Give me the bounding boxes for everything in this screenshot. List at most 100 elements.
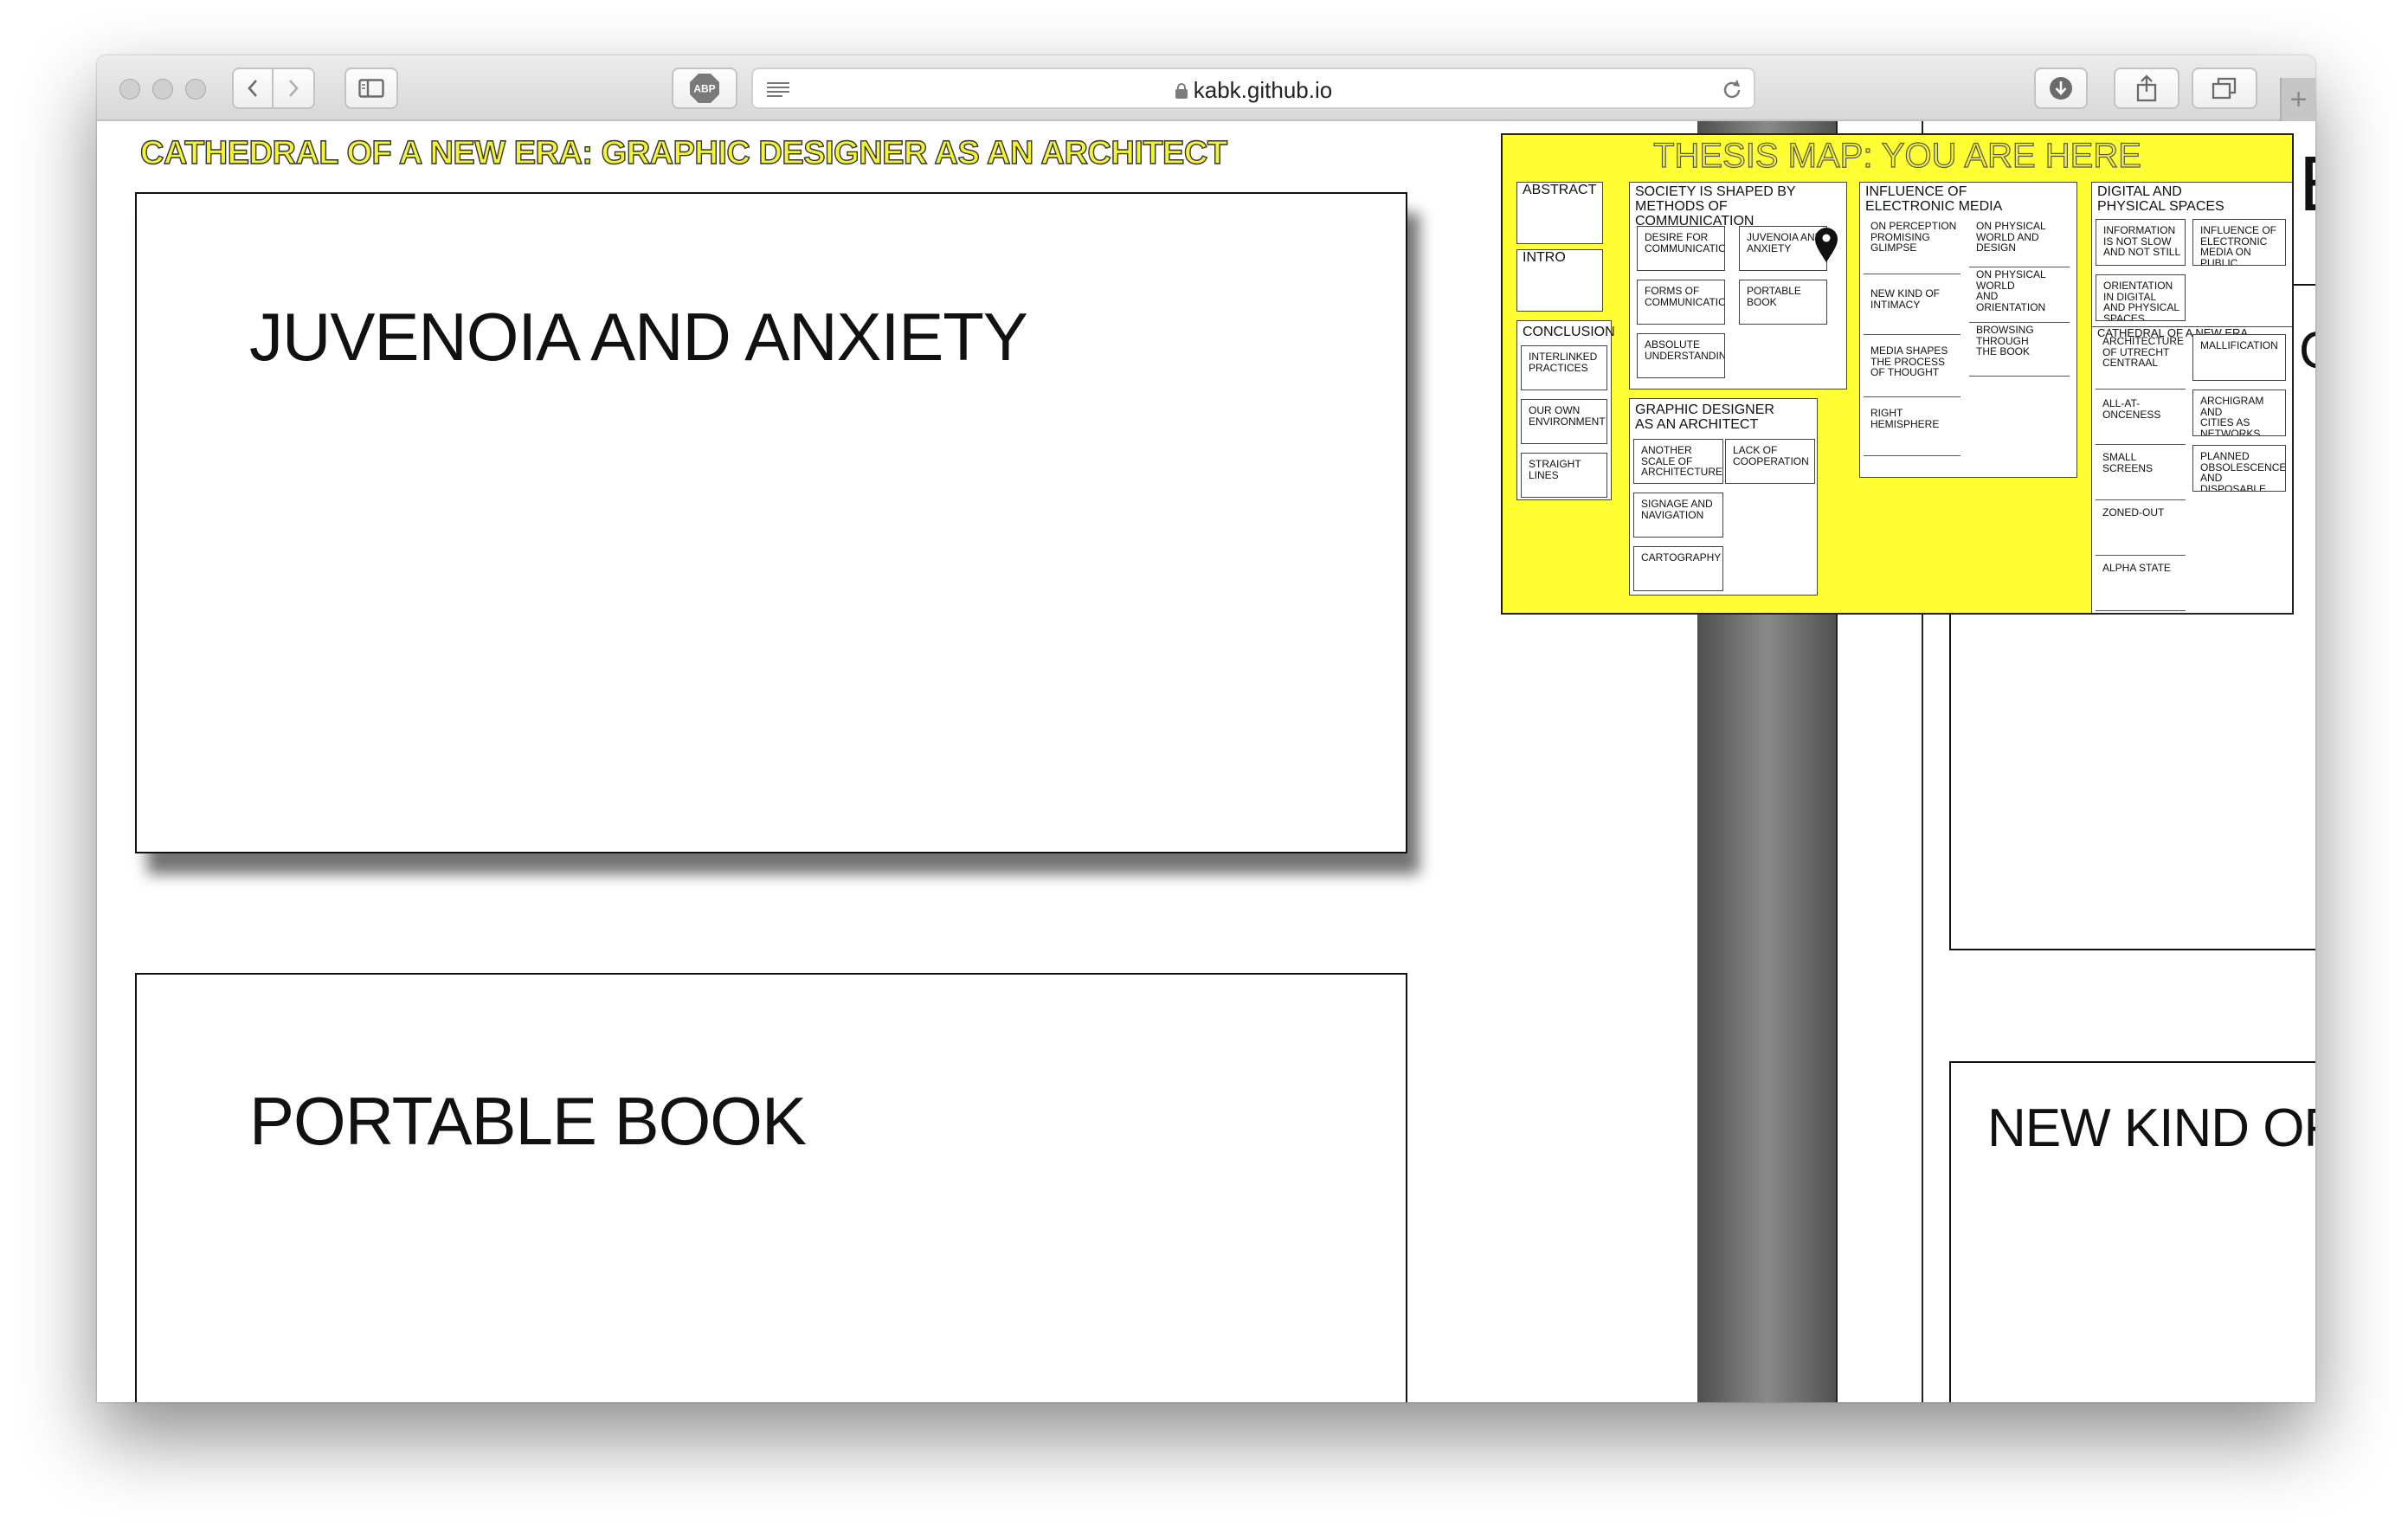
tabs-overview-button[interactable]: [2192, 68, 2257, 109]
map-chapter-label: ARCHIGRAM AND CITIES AS NETWORKS OF INCI…: [2200, 395, 2264, 436]
lock-icon: [1175, 83, 1188, 99]
map-chapter-another-scale[interactable]: ANOTHER SCALE OF ARCHITECTURE: [1633, 439, 1723, 484]
map-chapter-label: PLANNED OBSOLESCENCE AND DISPOSABLE: [2200, 450, 2286, 492]
tabs-icon: [2212, 77, 2237, 100]
map-chapter-cartography[interactable]: CARTOGRAPHY: [1633, 546, 1723, 591]
map-section-label: CONCLUSION: [1523, 325, 1615, 339]
map-chapter-label: MALLIFICATION: [2200, 339, 2278, 351]
new-kind-of-card[interactable]: NEW KIND OF: [1949, 1061, 2315, 1402]
adblock-stop-icon: ABP: [690, 74, 719, 103]
map-chapter-desire-for-communication[interactable]: DESIRE FOR COMMUNICATION: [1637, 226, 1725, 271]
map-chapter-label: OUR OWN ENVIRONMENT: [1529, 404, 1606, 428]
map-chapter-label: ALL-AT- ONCENESS: [2102, 397, 2161, 421]
new-tab-button[interactable]: +: [2280, 78, 2315, 121]
address-bar[interactable]: kabk.github.io: [751, 68, 1755, 109]
map-chapter-label: ON PHYSICAL WORLD AND ORIENTATION: [1976, 268, 2046, 313]
map-section-electronic-media[interactable]: INFLUENCE OF ELECTRONIC MEDIA ON PERCEPT…: [1859, 182, 2077, 478]
site-title[interactable]: CATHEDRAL OF A NEW ERA: GRAPHIC DESIGNER…: [139, 134, 1227, 172]
portable-book-card[interactable]: PORTABLE BOOK: [135, 973, 1407, 1402]
map-chapter-planned-obsolescence[interactable]: PLANNED OBSOLESCENCE AND DISPOSABLE: [2192, 445, 2286, 492]
map-chapter-absolute-understanding[interactable]: ABSOLUTE UNDERSTANDING: [1637, 333, 1725, 378]
map-section-abstract[interactable]: ABSTRACT: [1516, 182, 1603, 244]
close-window-button[interactable]: [119, 79, 140, 100]
map-section-society[interactable]: SOCIETY IS SHAPED BY METHODS OF COMMUNIC…: [1629, 182, 1847, 390]
map-chapter-label: SIGNAGE AND NAVIGATION: [1641, 498, 1713, 521]
url-text: kabk.github.io: [1193, 77, 1333, 103]
map-chapter-small-screens[interactable]: SMALL SCREENS: [2096, 450, 2186, 500]
map-section-graphic-designer[interactable]: GRAPHIC DESIGNER AS AN ARCHITECT ANOTHER…: [1629, 398, 1818, 596]
map-chapter-utrecht-centraal[interactable]: ARCHITECTURE OF UTRECHT CENTRAAL: [2096, 334, 2186, 390]
forward-button[interactable]: [274, 68, 315, 109]
map-chapter-label: INTERLINKED PRACTICES: [1529, 351, 1598, 374]
map-chapter-physical-world-design[interactable]: ON PHYSICAL WORLD AND DESIGN: [1969, 219, 2070, 267]
map-chapter-zoned-out[interactable]: ZONED-OUT: [2096, 505, 2186, 556]
map-chapter-forms-of-communication[interactable]: FORMS OF COMMUNICATION: [1637, 280, 1725, 325]
map-chapter-interlinked-practices[interactable]: INTERLINKED PRACTICES: [1521, 345, 1607, 390]
map-chapter-media-shapes-thought[interactable]: MEDIA SHAPES THE PROCESS OF THOUGHT: [1864, 344, 1961, 397]
map-chapter-label: RIGHT HEMISPHERE: [1870, 407, 1940, 430]
share-icon: [2136, 74, 2157, 102]
right-column-partial-heading: E: [2299, 140, 2315, 229]
map-chapter-all-at-onceness[interactable]: ALL-AT- ONCENESS: [2096, 396, 2186, 445]
map-chapter-our-own-environment[interactable]: OUR OWN ENVIRONMENT: [1521, 399, 1607, 444]
map-chapter-new-kind-of-intimacy[interactable]: NEW KIND OF INTIMACY: [1864, 287, 1961, 335]
url-display: kabk.github.io: [753, 77, 1754, 104]
map-chapter-archigram[interactable]: ARCHIGRAM AND CITIES AS NETWORKS OF INCI…: [2192, 390, 2286, 436]
map-chapter-signage-navigation[interactable]: SIGNAGE AND NAVIGATION: [1633, 493, 1723, 538]
map-chapter-label: ZONED-OUT: [2102, 506, 2165, 518]
map-section-label: INTRO: [1523, 250, 1566, 265]
map-section-intro[interactable]: INTRO: [1516, 249, 1603, 312]
card-title: PORTABLE BOOK: [249, 1083, 807, 1159]
map-section-digital-spaces[interactable]: DIGITAL AND PHYSICAL SPACES INFORMATION …: [2091, 182, 2292, 613]
map-section-label: DIGITAL AND PHYSICAL SPACES: [2097, 184, 2225, 214]
downloads-button[interactable]: [2034, 68, 2088, 109]
web-page: E C NEW KIND OF CATHEDRAL OF A NEW ERA: …: [97, 121, 2315, 1402]
right-column-partial-text: C: [2299, 320, 2315, 380]
browser-window: ABP kabk.github.io + NEW KIND OF CATHEDR…: [97, 55, 2315, 1402]
map-chapter-label: ALPHA STATE: [2102, 562, 2171, 574]
adblock-button[interactable]: ABP: [672, 68, 737, 109]
map-chapter-right-hemisphere[interactable]: RIGHT HEMISPHERE: [1864, 406, 1961, 456]
download-icon: [2050, 77, 2072, 100]
map-chapter-browsing-the-book[interactable]: BROWSING THROUGH THE BOOK: [1969, 323, 2070, 377]
map-section-label: ABSTRACT: [1523, 183, 1597, 197]
map-chapter-lack-of-cooperation[interactable]: LACK OF COOPERATION: [1725, 439, 1815, 484]
map-chapter-on-perception[interactable]: ON PERCEPTION PROMISING GLIMPSE: [1864, 219, 1961, 274]
back-button[interactable]: [232, 68, 274, 109]
map-chapter-label: DESIRE FOR COMMUNICATION: [1645, 231, 1725, 254]
map-chapter-label: ON PHYSICAL WORLD AND DESIGN: [1976, 220, 2046, 254]
map-section-label: INFLUENCE OF ELECTRONIC MEDIA: [1865, 184, 2003, 214]
map-chapter-label: ON PERCEPTION PROMISING GLIMPSE: [1870, 220, 1957, 254]
reload-icon[interactable]: [1721, 79, 1743, 101]
map-chapter-label: ANOTHER SCALE OF ARCHITECTURE: [1641, 444, 1723, 478]
sidebar-icon: [358, 79, 384, 98]
map-section-label: GRAPHIC DESIGNER AS AN ARCHITECT: [1635, 402, 1774, 432]
map-chapter-label: INFORMATION IS NOT SLOW AND NOT STILL: [2103, 224, 2181, 258]
map-chapter-mallification[interactable]: MALLIFICATION: [2192, 334, 2286, 381]
sidebar-toggle-button[interactable]: [344, 68, 398, 109]
map-chapter-label: PORTABLE BOOK: [1747, 285, 1801, 308]
map-chapter-label: ARCHITECTURE OF UTRECHT CENTRAAL: [2102, 335, 2185, 369]
new-tab-plus: +: [2289, 82, 2308, 116]
map-chapter-label: INFLUENCE OF ELECTRONIC MEDIA ON PUBLIC: [2200, 224, 2277, 266]
juvenoia-anxiety-card[interactable]: JUVENOIA AND ANXIETY: [135, 192, 1407, 853]
card-title: JUVENOIA AND ANXIETY: [249, 299, 1028, 375]
map-chapter-straight-lines[interactable]: STRAIGHT LINES: [1521, 453, 1607, 498]
share-button[interactable]: [2114, 68, 2179, 109]
map-chapter-portable-book[interactable]: PORTABLE BOOK: [1739, 280, 1827, 325]
map-section-conclusion[interactable]: CONCLUSION INTERLINKED PRACTICES OUR OWN…: [1516, 320, 1615, 500]
map-section-label: SOCIETY IS SHAPED BY METHODS OF COMMUNIC…: [1635, 184, 1796, 229]
map-subsection-cathedral[interactable]: CATHEDRAL OF A NEW ERA ARCHITECTURE OF U…: [2092, 326, 2292, 613]
map-chapter-label: ABSOLUTE UNDERSTANDING: [1645, 338, 1724, 362]
minimize-window-button[interactable]: [152, 79, 173, 100]
zoom-window-button[interactable]: [185, 79, 206, 100]
screenshot-stage: ABP kabk.github.io + NEW KIND OF CATHEDR…: [0, 0, 2408, 1539]
map-chapter-physical-world-orientation[interactable]: ON PHYSICAL WORLD AND ORIENTATION: [1969, 267, 2070, 323]
map-chapter-alpha-state[interactable]: ALPHA STATE: [2096, 561, 2186, 611]
map-chapter-influence-on-public[interactable]: INFLUENCE OF ELECTRONIC MEDIA ON PUBLIC: [2192, 219, 2286, 266]
map-chapter-label: LACK OF COOPERATION: [1733, 444, 1809, 467]
chevron-right-icon: [289, 80, 299, 97]
map-chapter-information-not-slow[interactable]: INFORMATION IS NOT SLOW AND NOT STILL: [2096, 219, 2186, 266]
map-chapter-orientation-digital-physical[interactable]: ORIENTATION IN DIGITAL AND PHYSICAL SPAC…: [2096, 274, 2186, 321]
thesis-map-title: THESIS MAP: YOU ARE HERE: [1652, 136, 2141, 175]
